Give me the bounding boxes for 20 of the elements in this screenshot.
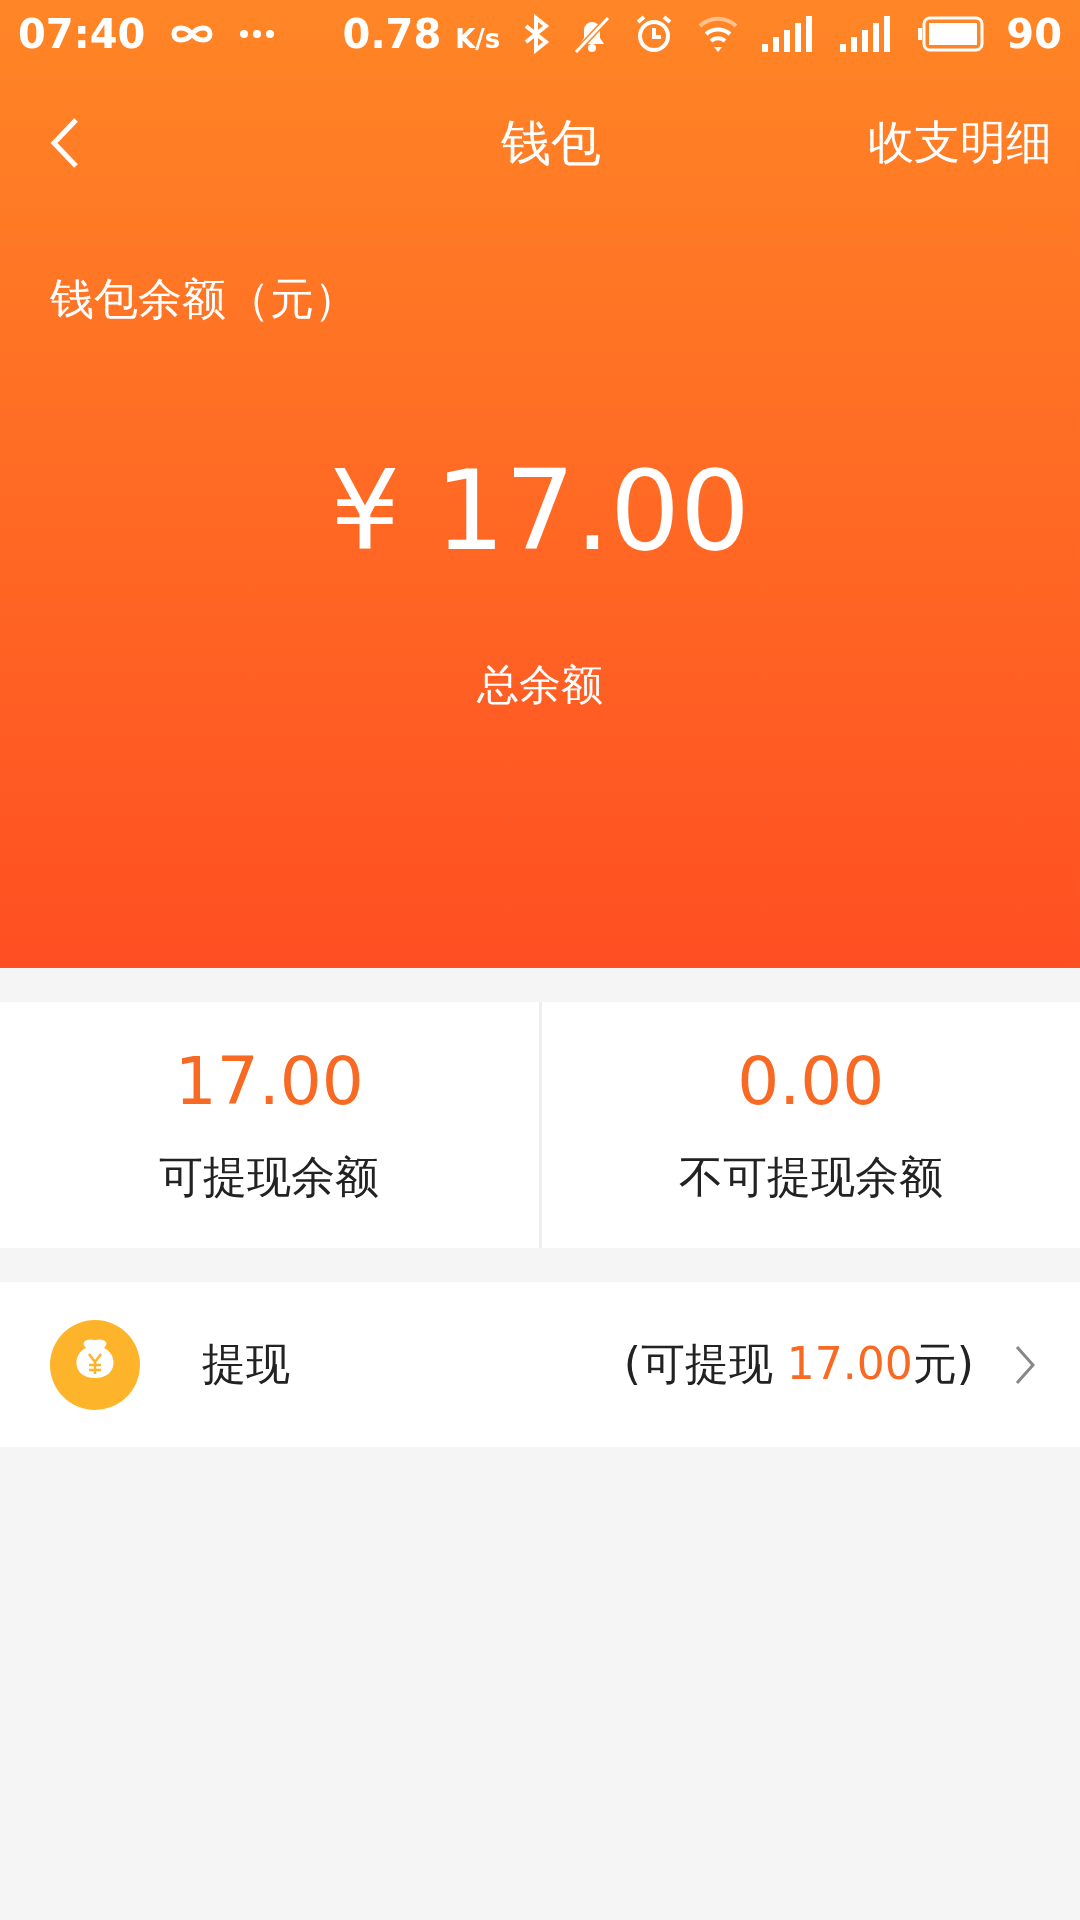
available-amount: (可提现 17.00元) (623, 1337, 974, 1391)
balance-caption: 总余额 (477, 659, 603, 711)
page-title: 钱包 (501, 112, 601, 174)
battery-level: 90 (1006, 11, 1062, 57)
chevron-right-icon (1014, 1343, 1036, 1386)
stat-value: 0.00 (737, 1043, 885, 1120)
money-bag-icon (50, 1319, 140, 1410)
balance-amount: ¥ 17.00 (330, 447, 750, 575)
status-time: 07:40 (18, 11, 146, 57)
stat-label: 不可提现余额 (678, 1150, 943, 1204)
network-speed: 0.78 K/s (342, 11, 501, 57)
back-icon[interactable] (50, 116, 80, 170)
withdraw-label: 提现 (202, 1337, 291, 1391)
balance-label: 钱包余额（元） (50, 272, 359, 326)
bluetooth-icon (522, 14, 551, 54)
more-icon (239, 29, 276, 39)
withdraw-row[interactable]: 提现 (可提现 17.00元) (0, 1282, 1080, 1447)
battery-icon (918, 16, 985, 52)
stat-label: 可提现余额 (159, 1150, 380, 1204)
stat-value: 17.00 (174, 1043, 364, 1120)
